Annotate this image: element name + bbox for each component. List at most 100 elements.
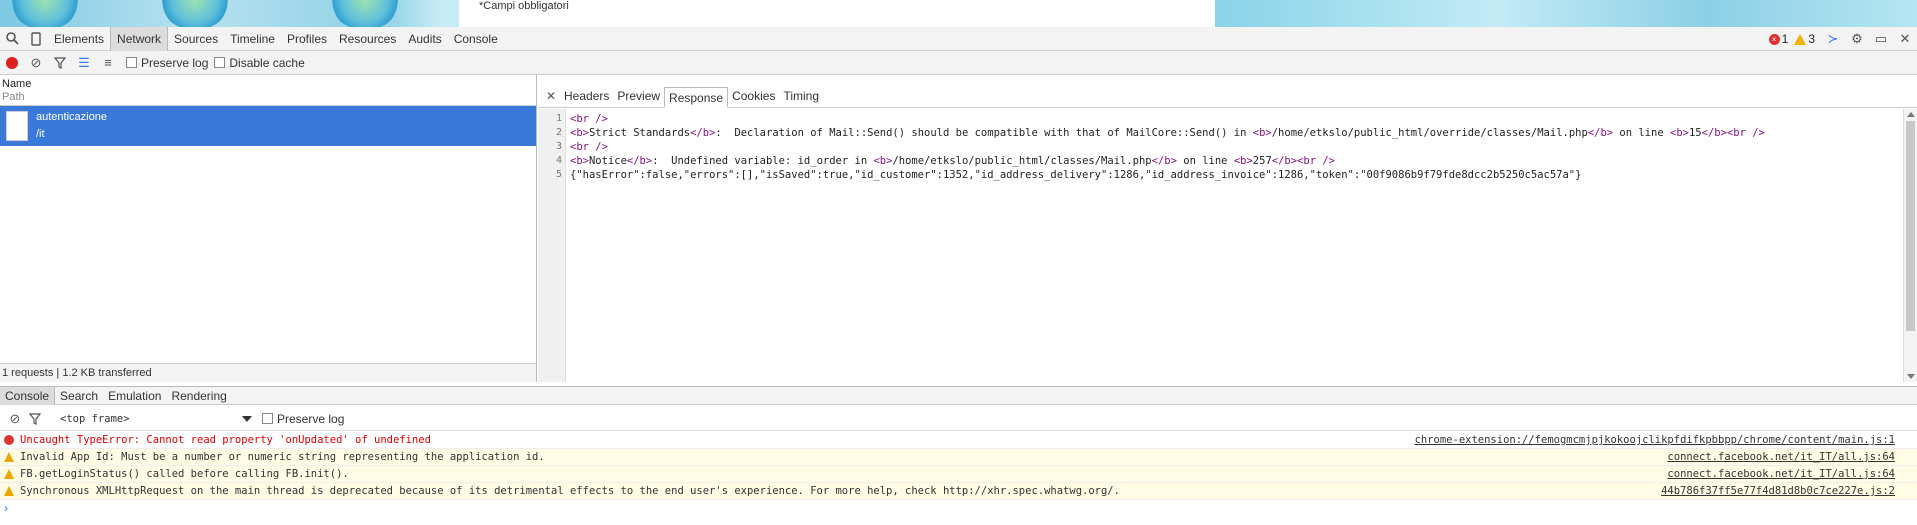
overview-icon[interactable]: ≡ <box>96 51 120 75</box>
message-text: Invalid App Id: Must be a number or nume… <box>20 451 545 463</box>
disable-cache-label: Disable cache <box>229 55 305 70</box>
panel-tabs: Elements Network Sources Timeline Profiles Re… <box>48 26 504 51</box>
request-rows: autenticazione/it <box>0 106 536 146</box>
message-source-link[interactable]: chrome-extension://femogmcmjpjkokoojclik… <box>1415 432 1895 448</box>
error-icon: × <box>1768 33 1780 45</box>
drawer-tab-emulation[interactable]: Emulation <box>103 387 166 405</box>
scroll-up-icon[interactable] <box>1907 112 1915 117</box>
required-fields-note: *Campi obbligatori <box>479 0 569 12</box>
tab-console[interactable]: Console <box>448 27 504 51</box>
gear-icon[interactable]: ⚙ <box>1845 27 1869 51</box>
line-number: 1 <box>555 113 562 124</box>
error-counter[interactable]: × 1 <box>1768 32 1789 46</box>
message-list: Uncaught TypeError: Cannot read property… <box>0 432 1917 500</box>
drawer-tabs: Console Search Emulation Rendering <box>0 386 1917 405</box>
code-line: <b>Strict Standards</b>: Declaration of … <box>570 127 1765 139</box>
console-preserve-log-label: Preserve log <box>277 411 345 426</box>
device-mode-icon[interactable] <box>24 27 48 51</box>
request-list-pane: Name Path autenticazione/it 1 requests |… <box>0 75 537 382</box>
detail-tab-response[interactable]: Response <box>664 87 729 108</box>
tab-elements[interactable]: Elements <box>48 27 110 51</box>
clear-icon[interactable]: ⊘ <box>24 51 48 75</box>
detail-tab-timing[interactable]: Timing <box>779 86 823 107</box>
code-line: <br /> <box>570 141 608 153</box>
chevron-down-icon <box>242 415 252 422</box>
tab-network[interactable]: Network <box>110 26 169 51</box>
detail-tab-cookies[interactable]: Cookies <box>728 86 779 107</box>
checkbox-box[interactable] <box>262 413 273 424</box>
request-detail-pane: ✕ Headers Preview Response Cookies Timing 1 2… <box>538 75 1917 382</box>
detail-tab-preview[interactable]: Preview <box>613 86 664 107</box>
devtools-toolbar: Elements Network Sources Timeline Profiles Re… <box>0 26 1917 51</box>
clear-console-icon[interactable]: ⊘ <box>6 407 24 431</box>
error-icon <box>4 435 14 445</box>
toolbar-right: × 1 3 ≻ ⚙ ▭ ✕ <box>1768 27 1917 51</box>
scroll-thumb[interactable] <box>1906 121 1915 331</box>
column-name: Name <box>2 78 32 90</box>
tab-profiles[interactable]: Profiles <box>281 27 333 51</box>
filter-icon[interactable] <box>48 51 72 75</box>
status-bar: 1 requests | 1.2 KB transferred <box>0 363 536 382</box>
request-path: /it <box>36 128 45 140</box>
page-form-box: *Campi obbligatori <box>459 0 1215 27</box>
warning-counter[interactable]: 3 <box>1794 32 1815 46</box>
drawer-tab-console[interactable]: Console <box>0 386 56 405</box>
vertical-scrollbar[interactable] <box>1903 109 1917 382</box>
scroll-down-icon[interactable] <box>1907 374 1915 379</box>
tab-sources[interactable]: Sources <box>168 27 224 51</box>
tab-audits[interactable]: Audits <box>402 27 447 51</box>
network-toolbar: ⊘ ☰ ≡ Preserve log Disable cache <box>0 51 1917 75</box>
close-icon[interactable]: ✕ <box>1893 27 1917 51</box>
preserve-log-checkbox[interactable]: Preserve log <box>120 56 208 70</box>
console-warning-message: FB.getLoginStatus() called before callin… <box>0 466 1917 483</box>
code-line: <br /> <box>570 113 608 125</box>
error-count: 1 <box>1781 32 1789 46</box>
decorative-art <box>1215 0 1917 27</box>
tab-resources[interactable]: Resources <box>333 27 402 51</box>
decorative-swirl <box>10 0 80 27</box>
checkbox-box[interactable] <box>214 57 226 68</box>
message-source-link[interactable]: connect.facebook.net/it_IT/all.js:64 <box>1667 466 1895 482</box>
line-number: 5 <box>555 169 562 180</box>
console-warning-message: Invalid App Id: Must be a number or nume… <box>0 449 1917 466</box>
line-gutter: 1 2 3 4 5 <box>538 109 566 382</box>
request-row[interactable]: autenticazione/it <box>0 106 536 146</box>
response-code: <br /> <b>Strict Standards</b>: Declarati… <box>566 109 1901 382</box>
warning-icon <box>4 486 14 496</box>
decorative-swirl <box>160 0 230 27</box>
frame-select[interactable]: <top frame> <box>56 410 256 428</box>
frame-select-value: <top frame> <box>60 412 130 425</box>
console-preserve-log-checkbox[interactable]: Preserve log <box>256 412 344 426</box>
document-icon <box>6 111 28 141</box>
tab-timeline[interactable]: Timeline <box>224 27 281 51</box>
disable-cache-checkbox[interactable]: Disable cache <box>208 55 305 70</box>
list-header[interactable]: Name Path <box>0 75 536 106</box>
line-number: 3 <box>555 141 562 152</box>
console-prompt[interactable]: › <box>0 500 1917 516</box>
inspect-icon[interactable] <box>0 27 24 51</box>
request-label: autenticazione/it <box>36 109 107 143</box>
column-path: Path <box>2 91 25 103</box>
drawer-tab-search[interactable]: Search <box>55 387 103 405</box>
message-source-link[interactable]: 44b786f37ff5e77f4d81d8b0c7ce227e.js:2 <box>1661 483 1895 499</box>
console-drawer-icon[interactable]: ≻ <box>1821 27 1845 51</box>
close-detail-icon[interactable]: ✕ <box>542 85 560 107</box>
dock-icon[interactable]: ▭ <box>1869 27 1893 51</box>
drawer-tab-rendering[interactable]: Rendering <box>166 387 231 405</box>
warning-icon <box>1794 33 1807 45</box>
checkbox-box[interactable] <box>126 57 137 68</box>
decorative-swirl <box>330 0 400 27</box>
message-text: FB.getLoginStatus() called before callin… <box>20 468 349 480</box>
line-number: 2 <box>555 127 562 138</box>
preserve-log-label: Preserve log <box>141 55 209 70</box>
warning-icon <box>4 469 14 479</box>
detail-tab-headers[interactable]: Headers <box>560 86 613 107</box>
large-rows-icon[interactable]: ☰ <box>72 51 96 75</box>
request-name: autenticazione <box>36 111 107 123</box>
message-text: Synchronous XMLHttpRequest on the main t… <box>20 485 1120 497</box>
console-error-message: Uncaught TypeError: Cannot read property… <box>0 432 1917 449</box>
record-icon[interactable] <box>6 56 18 69</box>
message-source-link[interactable]: connect.facebook.net/it_IT/all.js:64 <box>1667 449 1895 465</box>
console-filter-icon[interactable] <box>24 407 46 431</box>
console-messages: Uncaught TypeError: Cannot read property… <box>0 432 1917 525</box>
